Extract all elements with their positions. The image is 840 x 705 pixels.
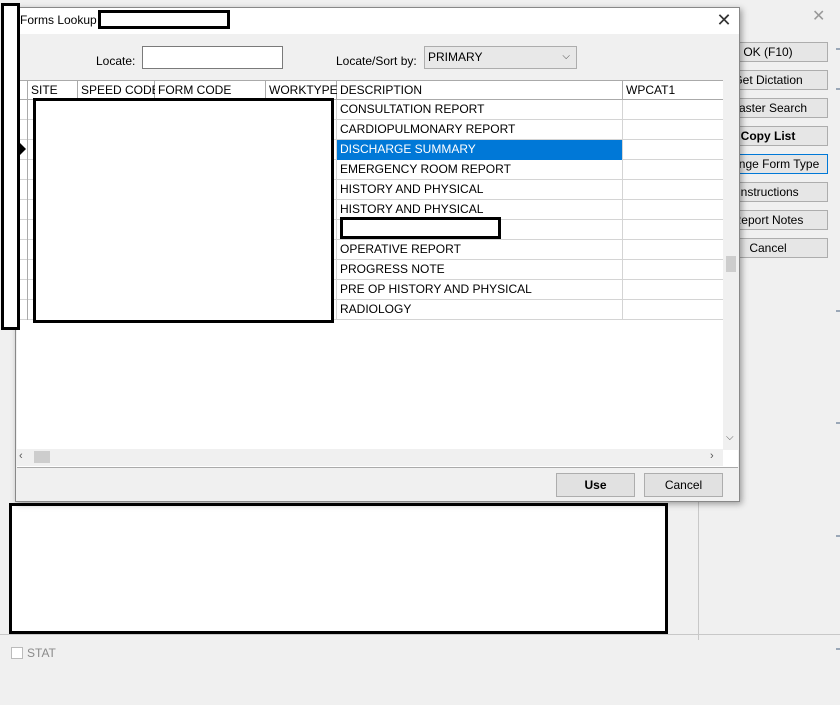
sort-select[interactable]: PRIMARY ⌵: [424, 46, 577, 69]
redacted-area: [9, 503, 668, 634]
vertical-scrollbar[interactable]: ⌵: [723, 80, 739, 450]
scroll-down-icon[interactable]: ⌵: [726, 432, 734, 443]
redacted-title-area: [98, 10, 230, 29]
redacted-columns-area: [33, 98, 334, 323]
divider: [0, 634, 840, 635]
description-cell[interactable]: CARDIOPULMONARY REPORT: [337, 120, 623, 140]
column-header-description[interactable]: DESCRIPTION: [337, 81, 623, 100]
close-icon[interactable]: ✕: [714, 10, 734, 31]
dialog-titlebar: Forms Lookup ✕: [16, 8, 739, 34]
row-pointer-icon: [20, 143, 26, 155]
grid-cell[interactable]: [623, 140, 738, 160]
dialog-title: Forms Lookup: [20, 13, 97, 27]
description-cell[interactable]: PRE OP HISTORY AND PHYSICAL: [337, 280, 623, 300]
forms-lookup-dialog: Forms Lookup ✕ Locate: Locate/Sort by: P…: [1, 3, 740, 502]
scroll-tick: [836, 310, 840, 312]
description-cell[interactable]: RADIOLOGY: [337, 300, 623, 320]
grid-cell[interactable]: [623, 220, 738, 240]
grid-cell[interactable]: [623, 200, 738, 220]
scroll-tick: [836, 422, 840, 424]
grid-cell[interactable]: [623, 280, 738, 300]
description-cell[interactable]: EMERGENCY ROOM REPORT: [337, 160, 623, 180]
description-cell[interactable]: OPERATIVE REPORT: [337, 240, 623, 260]
sort-select-value: PRIMARY: [428, 50, 483, 64]
vertical-scroll-thumb[interactable]: [726, 256, 736, 272]
locate-label: Locate:: [96, 54, 136, 68]
scroll-tick: [836, 535, 840, 537]
grid-cell[interactable]: [623, 100, 738, 120]
grid-cell[interactable]: [623, 260, 738, 280]
locate-input[interactable]: [142, 46, 283, 69]
column-header-wpcat1[interactable]: WPCAT1: [623, 81, 738, 100]
horizontal-scrollbar[interactable]: ‹ ›: [17, 449, 723, 466]
grid-cell[interactable]: [623, 180, 738, 200]
redacted-left-area: [1, 3, 20, 330]
description-cell[interactable]: HISTORY AND PHYSICAL: [337, 180, 623, 200]
divider: [17, 467, 738, 468]
scroll-tick: [836, 48, 840, 50]
scroll-tick: [836, 648, 840, 650]
background-close-icon[interactable]: ✕: [812, 6, 825, 26]
scroll-right-icon[interactable]: ›: [710, 450, 714, 462]
grid-cell[interactable]: [623, 240, 738, 260]
stat-checkbox[interactable]: [11, 647, 23, 659]
scroll-left-icon[interactable]: ‹: [19, 450, 23, 462]
grid-cell[interactable]: [623, 120, 738, 140]
grid-cell[interactable]: [623, 160, 738, 180]
sort-label: Locate/Sort by:: [336, 54, 417, 68]
grid-cell[interactable]: [623, 300, 738, 320]
redacted-row-area: [340, 217, 501, 239]
stat-label: STAT: [27, 646, 56, 660]
cancel-button[interactable]: Cancel: [644, 473, 723, 497]
scroll-tick: [836, 88, 840, 90]
use-button[interactable]: Use: [556, 473, 635, 497]
description-cell[interactable]: PROGRESS NOTE: [337, 260, 623, 280]
description-cell[interactable]: CONSULTATION REPORT: [337, 100, 623, 120]
chevron-down-icon: ⌵: [562, 51, 570, 62]
horizontal-scroll-thumb[interactable]: [34, 451, 50, 463]
description-cell[interactable]: DISCHARGE SUMMARY: [337, 140, 623, 160]
